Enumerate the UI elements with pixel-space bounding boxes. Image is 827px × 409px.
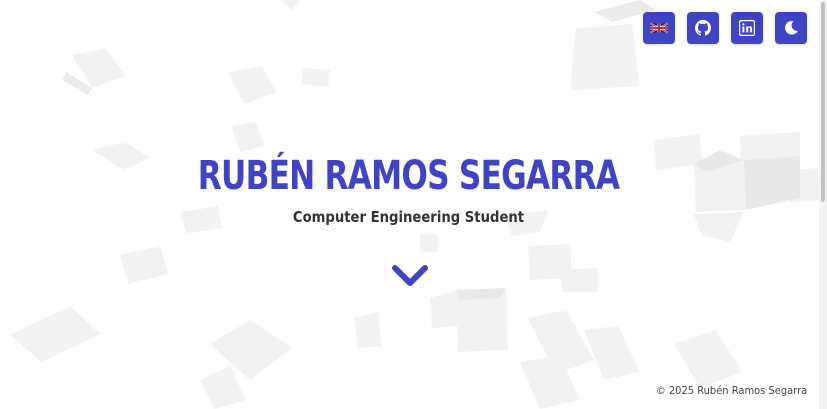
moon-icon [785,20,798,35]
page: RUBÉN RAMOS SEGARRA Computer Engineering… [0,0,827,409]
theme-toggle-button[interactable] [775,12,807,44]
uk-flag-icon [650,22,668,34]
top-right-toolbar [643,12,807,44]
hero-section: RUBÉN RAMOS SEGARRA Computer Engineering… [0,148,817,226]
linkedin-button[interactable] [731,12,763,44]
linkedin-icon [739,20,755,36]
chevron-down-icon[interactable] [391,264,429,290]
github-icon [695,20,711,36]
hero-subtitle: Computer Engineering Student [292,208,525,226]
hero-name-title: RUBÉN RAMOS SEGARRA [197,153,620,199]
page-scrollbar[interactable] [819,0,827,409]
github-button[interactable] [687,12,719,44]
footer-copyright: © 2025 Rubén Ramos Segarra [655,384,807,397]
language-button[interactable] [643,12,675,44]
scrollbar-thumb[interactable] [821,2,825,202]
